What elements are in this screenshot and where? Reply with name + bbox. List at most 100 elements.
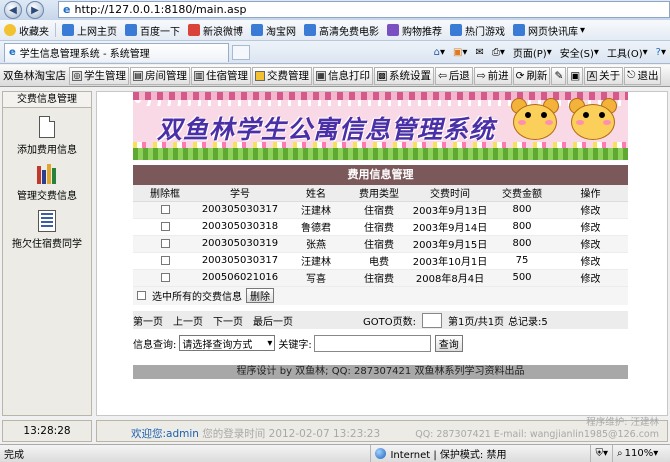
print-button[interactable]: ⎙ ▾ xyxy=(488,47,509,58)
lodging-management-button[interactable]: ▥ 住宿管理 xyxy=(191,66,251,85)
prev-page-link[interactable]: 上一页 xyxy=(173,313,203,328)
protection-button[interactable]: ⛨ ▾ xyxy=(590,444,612,462)
table-row: 200305030318 鲁德君 住宿费 2003年9月14日 800 修改 xyxy=(133,218,628,236)
cell-student-id: 200305030317 xyxy=(197,201,283,219)
system-settings-button[interactable]: ▩ 系统设置 xyxy=(374,66,434,85)
button-label: 关于 xyxy=(599,70,621,82)
first-page-link[interactable]: 第一页 xyxy=(133,313,163,328)
row-delete-checkbox[interactable] xyxy=(160,204,170,214)
bookmark-1[interactable]: 百度一下 xyxy=(121,23,184,38)
bookmark-label: 高清免费电影 xyxy=(319,26,379,38)
favorites-button[interactable]: 收藏夹 xyxy=(0,23,53,38)
query-label: 信息查询: xyxy=(133,339,177,351)
row-delete-checkbox[interactable] xyxy=(160,221,170,231)
feeds-button[interactable]: ▣ ▾ xyxy=(449,47,471,58)
back-arrow-icon: ⇦ xyxy=(438,69,447,82)
room-management-button[interactable]: ▤ 房间管理 xyxy=(130,66,190,85)
refresh-button[interactable]: ⟳ 刷新 xyxy=(512,66,551,85)
select-all-checkbox[interactable] xyxy=(137,291,146,300)
print-icon: ▦ xyxy=(316,70,326,81)
zoom-level: 110% xyxy=(624,448,654,459)
bookmark-label: 网页快讯库 xyxy=(528,26,578,38)
zoom-button[interactable]: ⌕ 110% ▾ xyxy=(612,444,670,462)
bookmark-6[interactable]: 热门游戏 xyxy=(446,23,509,38)
edit-link[interactable]: 修改 xyxy=(553,201,628,219)
button-label: 信息打印 xyxy=(328,70,370,82)
delete-button[interactable]: 删除 xyxy=(246,288,274,303)
next-page-link[interactable]: 下一页 xyxy=(213,313,243,328)
edit-link[interactable]: 修改 xyxy=(553,218,628,236)
refresh-icon: ⟳ xyxy=(515,69,525,82)
button-label: 后退 xyxy=(448,70,470,82)
sidebar-header: 交费信息管理 xyxy=(3,92,91,108)
page-menu-label: 页面(P) xyxy=(512,48,547,60)
cell-amount: 500 xyxy=(491,269,553,287)
button-label: 刷新 xyxy=(526,70,548,82)
sidebar-item-add-fee[interactable]: 添加费用信息 xyxy=(3,116,91,156)
bookmark-3[interactable]: 淘宝网 xyxy=(247,23,300,38)
url-field[interactable]: e http://127.0.0.1:8180/main.asp xyxy=(58,1,670,18)
cell-checkbox xyxy=(133,235,197,253)
sidebar-item-overdue[interactable]: 拖欠住宿费同学 xyxy=(3,210,91,250)
student-management-button[interactable]: ◎ 学生管理 xyxy=(69,66,129,85)
chevron-down-icon: ▾ xyxy=(580,24,586,36)
bookmark-5[interactable]: 购物推荐 xyxy=(383,23,446,38)
zone-label: Internet | 保护模式: 禁用 xyxy=(390,450,507,461)
button-label: 住宿管理 xyxy=(206,70,248,82)
edit-button[interactable]: ✎ xyxy=(551,66,567,85)
row-delete-checkbox[interactable] xyxy=(160,238,170,248)
address-bar: ◀ ▶ e http://127.0.0.1:8180/main.asp xyxy=(0,0,670,20)
help-button[interactable]: ? ▾ xyxy=(652,47,670,58)
query-button[interactable]: 查询 xyxy=(434,334,463,352)
page-icon xyxy=(450,24,462,36)
maintainer-info: 程序维护: 汪建林 QQ: 287307421 E-mail: wangjian… xyxy=(415,417,659,441)
query-type-select[interactable]: 请选择查询方式 ▾ xyxy=(179,335,276,351)
shop-link[interactable]: 双鱼林淘宝店 xyxy=(0,68,69,83)
weibo-icon xyxy=(188,24,200,36)
sidebar-item-manage-fee[interactable]: 管理交费信息 xyxy=(3,164,91,202)
forward-button[interactable]: ⇨ 前进 xyxy=(473,66,512,85)
keyword-input[interactable] xyxy=(313,334,431,352)
back-button[interactable]: ⇦ 后退 xyxy=(435,66,473,85)
window-button[interactable]: ▣ xyxy=(567,66,584,85)
print-info-button[interactable]: ▦ 信息打印 xyxy=(313,66,373,85)
last-page-link[interactable]: 最后一页 xyxy=(253,313,293,328)
back-nav-icon[interactable]: ◀ xyxy=(4,1,22,19)
table-row: 200305030317 汪建林 电费 2003年10月1日 75 修改 xyxy=(133,252,628,270)
cell-pay-date: 2003年9月15日 xyxy=(409,235,491,253)
edit-link[interactable]: 修改 xyxy=(553,235,628,253)
new-tab-button[interactable] xyxy=(232,44,250,60)
goto-page-input[interactable] xyxy=(421,312,442,328)
banner-grass xyxy=(133,148,628,160)
edit-link[interactable]: 修改 xyxy=(553,252,628,270)
sidebar-item-label: 添加费用信息 xyxy=(17,145,77,156)
edit-link[interactable]: 修改 xyxy=(553,269,628,287)
shopping-icon xyxy=(387,24,399,36)
row-delete-checkbox[interactable] xyxy=(160,272,170,282)
bookmark-4[interactable]: 高清免费电影 xyxy=(300,23,383,38)
settings-icon: ▩ xyxy=(377,70,387,81)
about-button[interactable]: A 关于 xyxy=(584,66,624,85)
exit-button[interactable]: ⎋ 退出 xyxy=(624,66,662,85)
browser-tab[interactable]: e 学生信息管理系统 - 系统管理 xyxy=(4,42,229,62)
tools-menu[interactable]: 工具(O) ▾ xyxy=(603,45,652,60)
tools-menu-label: 工具(O) xyxy=(606,48,643,60)
page-menu[interactable]: 页面(P) ▾ xyxy=(509,45,556,60)
column-header: 交费金额 xyxy=(491,185,553,202)
cell-checkbox xyxy=(133,201,197,219)
forward-nav-icon[interactable]: ▶ xyxy=(26,1,44,19)
home-button[interactable]: ⌂ ▾ xyxy=(430,47,449,58)
bookmark-2[interactable]: 新浪微博 xyxy=(184,23,247,38)
fee-panel-title: 费用信息管理 xyxy=(133,165,628,185)
cell-pay-date: 2003年10月1日 xyxy=(409,252,491,270)
maintainer-contact: QQ: 287307421 E-mail: wangjianlin1985@12… xyxy=(415,429,659,440)
bookmark-0[interactable]: 上网主页 xyxy=(58,23,121,38)
status-text: 完成 xyxy=(4,450,24,461)
cell-name: 写喜 xyxy=(283,269,349,287)
mail-button[interactable]: ✉ xyxy=(471,47,487,58)
globe-icon xyxy=(375,448,387,459)
row-delete-checkbox[interactable] xyxy=(160,255,170,265)
fee-management-button[interactable]: 交费管理 xyxy=(252,66,312,85)
safety-menu[interactable]: 安全(S) ▾ xyxy=(556,45,603,60)
bookmark-7[interactable]: 网页快讯库 ▾ xyxy=(509,23,589,38)
